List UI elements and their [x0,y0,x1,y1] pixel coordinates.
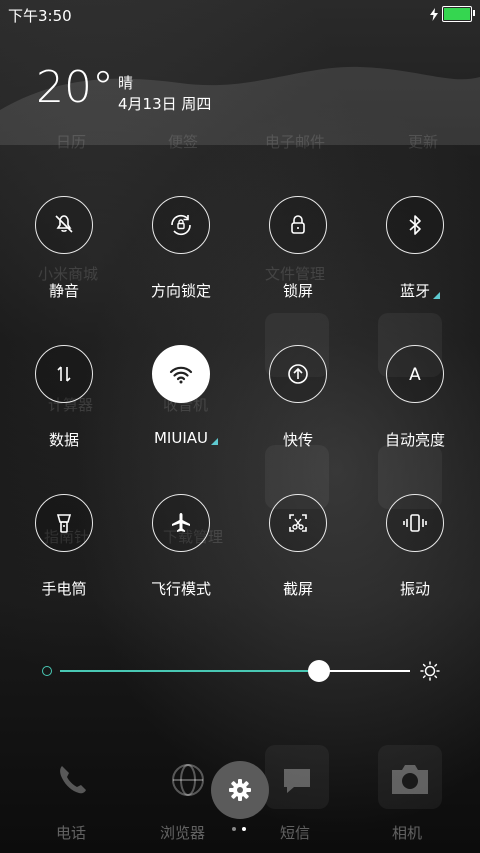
lock-icon [291,215,305,234]
toggle-data[interactable]: 数据 [6,345,122,450]
toggle-quick-send-label: 快传 [282,431,313,449]
toggle-wifi-button[interactable] [152,345,210,403]
toggle-auto-brightness[interactable]: A 自动亮度 [357,345,473,450]
toggle-mute-button[interactable] [35,196,93,254]
svg-text:A: A [409,365,421,385]
toggle-data-label: 数据 [48,431,79,449]
toggle-airplane-button[interactable] [152,494,210,552]
page-dot [232,827,236,831]
browser-icon [172,764,204,796]
rotation-lock-icon [171,214,191,236]
toggle-bluetooth[interactable]: 蓝牙 [357,196,473,301]
weather-temperature: 20° [36,62,114,113]
toggle-screenshot-label: 截屏 [282,580,313,598]
toggle-wifi-label: MIUIAU [153,429,219,447]
dock-label-sms: 短信 [280,824,311,842]
brightness-fill [60,670,319,672]
weather-condition: 晴 [118,74,134,92]
status-bar: 下午3:50 [0,0,480,28]
toggle-mute-label: 静音 [48,282,79,300]
bg-label: 更新 [408,133,439,151]
phone-icon [60,766,86,794]
toggle-airplane[interactable]: 飞行模式 [123,494,239,599]
battery-indicator [430,6,475,22]
toggle-vibrate-label: 振动 [399,580,430,598]
bluetooth-icon [409,215,421,235]
vibrate-icon [403,514,427,532]
toggle-wifi[interactable]: MIUIAU [123,345,239,447]
status-time: 下午3:50 [8,7,72,25]
camera-icon [392,765,428,794]
screenshot-icon [289,514,307,532]
bg-label: 日历 [56,133,87,151]
toggle-lock-screen-label: 锁屏 [282,282,313,300]
toggle-screenshot-button[interactable] [269,494,327,552]
toggle-quick-send[interactable]: 快传 [240,345,356,450]
toggle-data-button[interactable] [35,345,93,403]
gear-icon [229,779,251,801]
weather-date: 4月13日 周四 [118,95,212,113]
flashlight-icon [56,514,72,533]
toggle-bluetooth-label: 蓝牙 [399,282,441,300]
sms-icon [284,769,310,793]
toggle-vibrate[interactable]: 振动 [357,494,473,599]
toggle-airplane-label: 飞行模式 [150,580,211,598]
toggle-flashlight[interactable]: 手电筒 [6,494,122,599]
dock-label-browser: 浏览器 [160,824,206,842]
brightness-slider[interactable] [40,658,440,684]
auto-brightness-icon: A [409,365,421,385]
toggle-flashlight-button[interactable] [35,494,93,552]
toggle-rotation-lock-label: 方向锁定 [150,282,211,300]
brightness-thumb[interactable] [308,660,330,682]
toggle-lock-screen[interactable]: 锁屏 [240,196,356,301]
wifi-icon [169,366,193,384]
toggle-quick-send-button[interactable] [269,345,327,403]
toggle-auto-brightness-button[interactable]: A [386,345,444,403]
toggle-mute[interactable]: 静音 [6,196,122,301]
dock-label-phone: 电话 [56,824,87,842]
dock-label-camera: 相机 [392,824,423,842]
toggle-auto-brightness-label: 自动亮度 [384,431,445,449]
page-dot [242,827,246,831]
brightness-low-icon [42,666,52,676]
battery-icon [442,6,475,22]
data-arrows-icon [57,366,71,382]
quick-send-icon [288,364,308,384]
bg-label: 电子邮件 [265,133,326,151]
page-indicator [232,827,246,831]
toggle-rotation-lock-button[interactable] [152,196,210,254]
charging-bolt-icon [430,7,438,21]
brightness-high-icon [420,661,440,681]
toggle-bluetooth-button[interactable] [386,196,444,254]
toggle-rotation-lock[interactable]: 方向锁定 [123,196,239,301]
airplane-icon [172,513,190,532]
toggle-flashlight-label: 手电筒 [41,580,87,598]
bg-label: 便签 [168,133,199,151]
bell-off-icon [55,215,73,233]
settings-button[interactable] [211,761,269,819]
toggle-screenshot[interactable]: 截屏 [240,494,356,599]
toggle-lock-screen-button[interactable] [269,196,327,254]
toggle-vibrate-button[interactable] [386,494,444,552]
